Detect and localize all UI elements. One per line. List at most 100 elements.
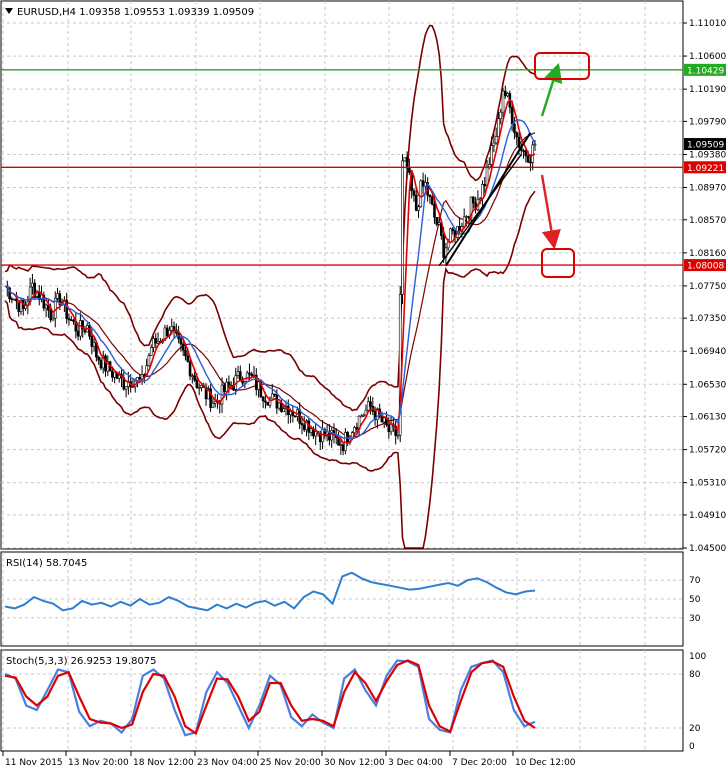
candle-body xyxy=(497,118,500,137)
candle-body xyxy=(421,180,425,187)
candle-body xyxy=(494,136,498,144)
price-tick-label: 1.07350 xyxy=(689,314,726,324)
candle-body xyxy=(430,196,434,205)
candle-body xyxy=(483,184,487,187)
candle-body xyxy=(181,343,185,351)
candle-body xyxy=(309,428,313,433)
candle-body xyxy=(186,355,190,362)
price-tick-label: 1.10190 xyxy=(689,85,726,95)
candle-body xyxy=(111,370,114,378)
price-tick-label: 1.08970 xyxy=(689,184,726,194)
candle-body xyxy=(433,203,436,218)
candle-body xyxy=(501,90,505,113)
candle-body xyxy=(79,320,82,337)
candle-body xyxy=(408,167,411,173)
candle-body xyxy=(414,195,418,211)
candle-body xyxy=(437,222,441,225)
candle-body xyxy=(369,401,372,407)
stoch-tick-label: 0 xyxy=(689,742,695,752)
price-panel[interactable]: EURUSD,H4 1.09358 1.09553 1.09339 1.0950… xyxy=(0,0,684,550)
price-axis[interactable]: 1.11010 1.10600 1.10190 1.09790 1.09380 1.089… xyxy=(683,19,726,554)
candle-body xyxy=(366,401,370,411)
candle-body xyxy=(248,372,251,375)
candle-body xyxy=(97,356,100,361)
candle-body xyxy=(223,384,226,392)
candle-body xyxy=(149,347,153,356)
candle-body xyxy=(517,136,521,148)
candle-body xyxy=(211,403,215,408)
candle-body xyxy=(428,194,432,198)
red-level-lower-label: 1.08008 xyxy=(687,262,724,272)
candle-body xyxy=(124,386,128,390)
candle-body xyxy=(302,424,306,431)
candle-body xyxy=(213,401,217,404)
price-tick-label: 1.08570 xyxy=(689,216,726,226)
candle-body xyxy=(49,310,52,321)
candle-body xyxy=(152,338,155,348)
time-axis: 11 Nov 2015 13 Nov 20:00 18 Nov 12:00 23 No… xyxy=(2,751,576,768)
candle-body xyxy=(69,319,73,321)
candle-body xyxy=(446,241,450,249)
rsi-axis: 70 50 30 xyxy=(689,576,701,624)
candle-body xyxy=(442,235,445,258)
candle-body xyxy=(300,423,304,426)
price-tick-label: 1.05310 xyxy=(689,479,726,489)
candle-body xyxy=(488,164,491,168)
candle-body xyxy=(76,330,80,337)
candle-body xyxy=(165,327,169,337)
candle-body xyxy=(529,161,532,164)
candle-body xyxy=(339,444,343,446)
candle-body xyxy=(341,444,345,451)
rsi-tick-label: 70 xyxy=(689,576,701,586)
time-label: 25 Nov 20:00 xyxy=(260,758,321,768)
candle-body xyxy=(12,298,16,301)
candle-body xyxy=(264,400,267,403)
candle-body xyxy=(506,93,509,97)
candle-body xyxy=(282,408,286,413)
candle-body xyxy=(362,414,365,417)
time-label: 7 Dec 20:00 xyxy=(452,758,507,768)
candle-body xyxy=(67,318,71,320)
candle-body xyxy=(51,317,55,321)
time-label: 18 Nov 12:00 xyxy=(133,758,194,768)
candle-body xyxy=(522,150,525,152)
time-label: 30 Nov 12:00 xyxy=(324,758,385,768)
candle-body xyxy=(531,144,535,163)
candle-body xyxy=(99,359,103,369)
symbol-header: EURUSD,H4 1.09358 1.09553 1.09339 1.0950… xyxy=(5,7,254,18)
candle-body xyxy=(401,160,404,295)
candle-body xyxy=(266,401,270,406)
candle-body xyxy=(241,380,244,384)
candle-body xyxy=(250,373,254,377)
candle-body xyxy=(277,402,281,409)
green-level-label: 1.10429 xyxy=(687,66,724,76)
candle-body xyxy=(286,405,290,415)
candle-body xyxy=(197,387,201,389)
price-tick-label: 1.05720 xyxy=(689,446,726,456)
red-level-upper-label: 1.09221 xyxy=(687,164,724,174)
candle-body xyxy=(355,427,359,430)
price-tick-label: 1.06530 xyxy=(689,380,726,390)
candle-body xyxy=(419,180,423,208)
candle-body xyxy=(490,145,493,165)
price-tick-label: 1.04500 xyxy=(689,544,726,554)
candle-body xyxy=(227,381,231,386)
candle-body xyxy=(138,377,142,380)
candle-body xyxy=(387,424,391,433)
chart-window: EURUSD,H4 1.09358 1.09553 1.09339 1.0950… xyxy=(0,0,726,769)
price-tick-label: 1.04910 xyxy=(689,511,726,521)
time-label: 11 Nov 2015 xyxy=(5,758,63,768)
stoch-panel[interactable]: Stoch(5,3,3) 26.9253 19.8075 xyxy=(0,649,684,752)
candle-body xyxy=(225,381,228,392)
candle-body xyxy=(147,355,151,366)
time-label: 10 Dec 12:00 xyxy=(515,758,576,768)
rsi-panel[interactable]: RSI(14) 58.7045 xyxy=(0,551,684,647)
candle-body xyxy=(188,361,192,377)
stoch-tick-label: 80 xyxy=(689,670,701,680)
candle-body xyxy=(154,338,158,344)
candle-body xyxy=(492,142,496,146)
candle-body xyxy=(10,298,14,301)
candle-body xyxy=(353,427,356,433)
candle-body xyxy=(424,182,427,187)
candle-body xyxy=(382,417,386,423)
